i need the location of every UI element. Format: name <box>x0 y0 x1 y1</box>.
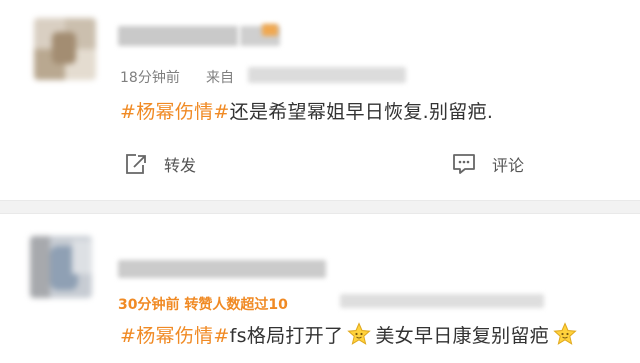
comment-label: 评论 <box>492 156 525 175</box>
star-face-emoji-icon <box>347 322 372 351</box>
post-time: 18分钟前 <box>120 70 180 86</box>
username[interactable] <box>118 26 238 46</box>
comment-icon <box>453 154 475 174</box>
post-content: #杨幂伤情#fs格局打开了 美女早日康复别留疤 <box>120 321 581 351</box>
hashtag-link[interactable]: #杨幂伤情# <box>120 101 230 123</box>
post-text: 还是希望幂姐早日恢复.别留疤. <box>229 101 494 123</box>
repost-button[interactable]: 转发 <box>124 152 196 176</box>
star-face-emoji-icon <box>553 322 577 351</box>
source-device[interactable] <box>340 294 544 308</box>
member-badge-icon <box>262 24 278 36</box>
repost-icon <box>126 154 146 174</box>
comment-card-2: 30分钟前 转赞人数超过10 #杨幂伤情#fs格局打开了 美女早日康复别留疤 <box>0 214 640 363</box>
comment-button[interactable]: 评论 <box>452 152 524 176</box>
avatar[interactable] <box>30 236 92 298</box>
avatar[interactable] <box>34 18 96 80</box>
source-device[interactable] <box>248 67 406 83</box>
comment-card-1: 18分钟前 来自 #杨幂伤情#还是希望幂姐早日恢复.别留疤. 转发 评论 <box>0 0 640 200</box>
repost-label: 转发 <box>164 156 197 175</box>
source-label: 来自 <box>206 70 234 86</box>
post-content: #杨幂伤情#还是希望幂姐早日恢复.别留疤. <box>120 97 493 124</box>
post-time-and-repost-count: 30分钟前 转赞人数超过10 <box>118 297 288 313</box>
hashtag-link[interactable]: #杨幂伤情# <box>120 325 230 347</box>
post-text-a: fs格局打开了 <box>229 325 344 347</box>
post-text-b: 美女早日康复别留疤 <box>375 325 550 347</box>
username[interactable] <box>118 260 326 278</box>
card-divider <box>0 200 640 214</box>
